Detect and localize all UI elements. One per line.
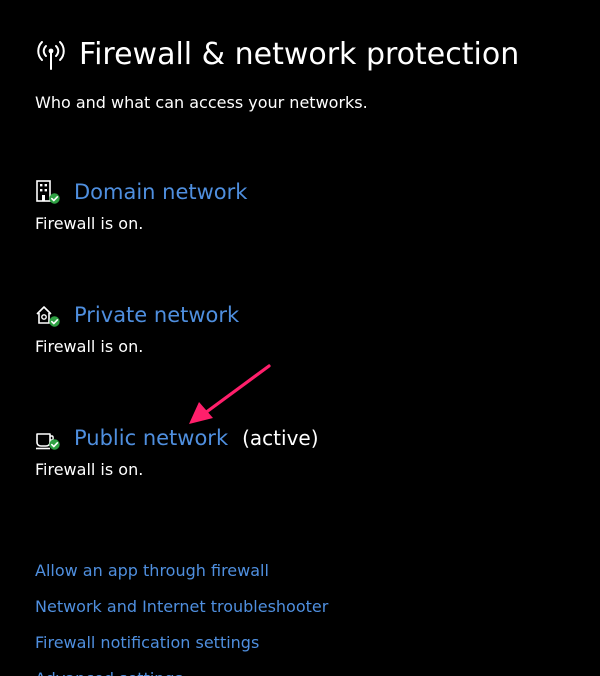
- settings-links: Allow an app through firewall Network an…: [35, 560, 328, 676]
- allow-app-link[interactable]: Allow an app through firewall: [35, 560, 328, 596]
- private-network-section: Private network Firewall is on.: [35, 299, 239, 356]
- public-network-status: Firewall is on.: [35, 460, 144, 479]
- page-title: Firewall & network protection: [79, 36, 520, 72]
- domain-network-section: Domain network Firewall is on.: [35, 176, 247, 233]
- public-network-header: Public network (active): [35, 422, 319, 454]
- private-network-header: Private network: [35, 299, 239, 331]
- page-header: Firewall & network protection: [35, 36, 519, 72]
- annotation-arrow-icon: [189, 364, 271, 424]
- advanced-settings-link[interactable]: Advanced settings: [35, 668, 328, 676]
- firewall-page: Firewall & network protection Who and wh…: [0, 0, 600, 676]
- notification-settings-link[interactable]: Firewall notification settings: [35, 632, 328, 668]
- building-icon: [35, 179, 61, 205]
- coffee-cup-icon: [35, 425, 61, 451]
- private-network-status: Firewall is on.: [35, 337, 144, 356]
- public-network-section: Public network (active) Firewall is on.: [35, 422, 319, 479]
- troubleshooter-link[interactable]: Network and Internet troubleshooter: [35, 596, 328, 632]
- private-network-link[interactable]: Private network: [74, 303, 239, 327]
- domain-network-link[interactable]: Domain network: [74, 180, 247, 204]
- domain-network-header: Domain network: [35, 176, 247, 208]
- page-subtitle: Who and what can access your networks.: [35, 93, 368, 112]
- home-network-icon: [35, 302, 61, 328]
- wifi-signal-icon: [35, 36, 67, 72]
- domain-network-status: Firewall is on.: [35, 214, 144, 233]
